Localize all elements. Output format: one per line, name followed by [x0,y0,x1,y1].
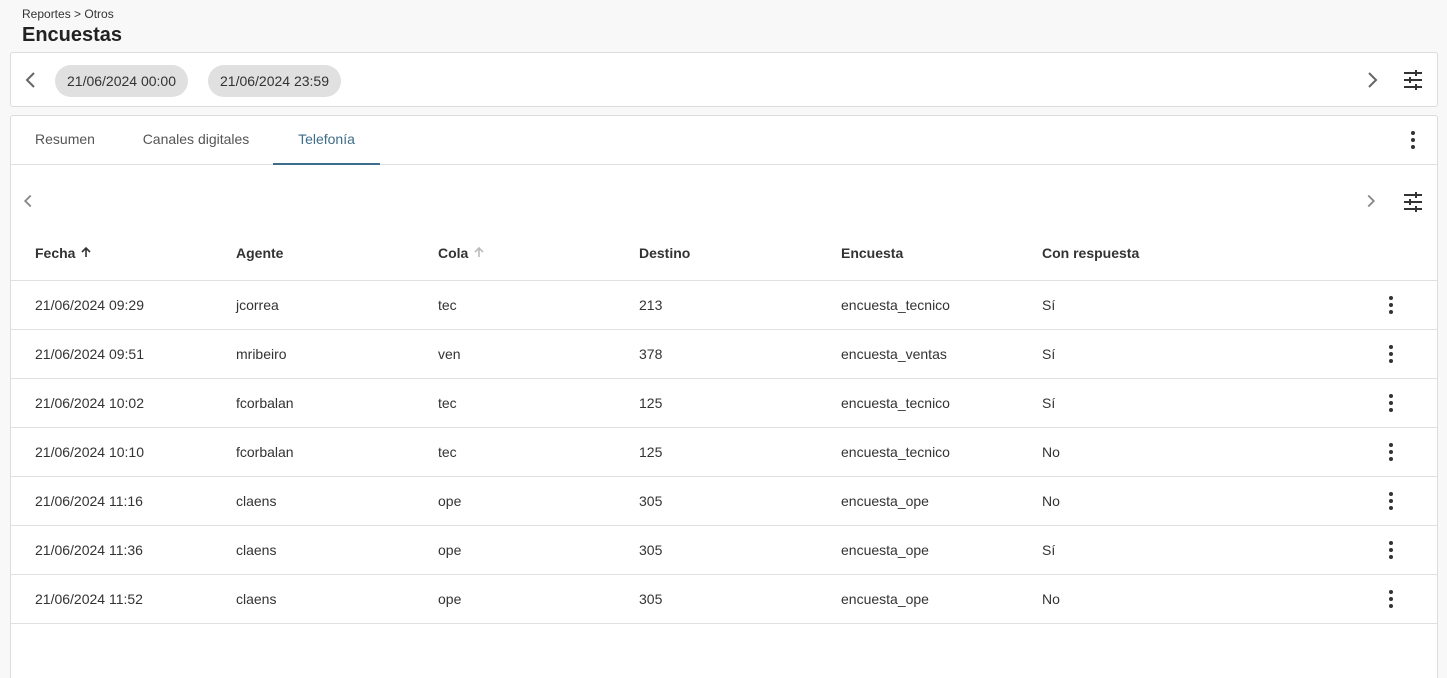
breadcrumb: Reportes > Otros [22,7,114,21]
cell-destino: 305 [639,493,663,509]
table-row[interactable]: 21/06/2024 10:10 fcorbalan tec 125 encuesta_… [11,428,1437,477]
table-row[interactable]: 21/06/2024 10:02 fcorbalan tec 125 encuesta_… [11,379,1437,428]
cell-cola: ope [438,493,462,509]
row-more-vert-icon[interactable] [1379,489,1403,513]
chevron-right-icon[interactable] [1360,68,1384,92]
cell-agente: claens [236,493,277,509]
cell-agente: fcorbalan [236,395,294,411]
cell-cola: ope [438,591,462,607]
cell-agente: mribeiro [236,346,287,362]
chevron-left-icon[interactable] [19,68,43,92]
tab-resumen[interactable]: Resumen [35,116,95,165]
more-vert-icon[interactable] [1401,128,1425,152]
cell-encuesta: encuesta_tecnico [841,297,950,313]
cell-con-respuesta: No [1042,591,1060,607]
row-more-vert-icon[interactable] [1379,391,1403,415]
table-chevron-left-icon[interactable] [17,190,39,212]
cell-cola: tec [438,444,457,460]
tab-canales-digitales[interactable]: Canales digitales [141,116,251,165]
cell-destino: 125 [639,444,663,460]
cell-encuesta: encuesta_ope [841,493,929,509]
column-header-encuesta[interactable]: Encuesta [841,232,903,281]
cell-encuesta: encuesta_ventas [841,346,947,362]
row-more-vert-icon[interactable] [1379,587,1403,611]
cell-destino: 378 [639,346,663,362]
cell-encuesta: encuesta_ope [841,542,929,558]
sort-inactive-icon [473,232,485,274]
table-header: Fecha Agente Cola Destino Encuesta Con r… [11,232,1437,281]
cell-con-respuesta: No [1042,493,1060,509]
date-from-chip[interactable]: 21/06/2024 00:00 [55,65,188,97]
cell-agente: claens [236,591,277,607]
cell-cola: tec [438,297,457,313]
cell-agente: claens [236,542,277,558]
column-header-fecha[interactable]: Fecha [35,232,92,281]
column-header-agente[interactable]: Agente [236,232,283,281]
column-header-cola[interactable]: Cola [438,232,485,281]
filter-bar: 21/06/2024 00:00 21/06/2024 23:59 [10,52,1438,107]
column-header-destino[interactable]: Destino [639,232,690,281]
row-more-vert-icon[interactable] [1379,293,1403,317]
column-header-con-respuesta[interactable]: Con respuesta [1042,232,1139,281]
page-header: Reportes > Otros Encuestas [22,6,122,47]
cell-destino: 213 [639,297,663,313]
cell-cola: tec [438,395,457,411]
cell-agente: jcorrea [236,297,279,313]
cell-destino: 305 [639,591,663,607]
cell-encuesta: encuesta_tecnico [841,395,950,411]
cell-fecha: 21/06/2024 09:51 [35,346,144,362]
cell-agente: fcorbalan [236,444,294,460]
cell-encuesta: encuesta_tecnico [841,444,950,460]
report-panel: Resumen Canales digitales Telefonía Fech… [10,115,1438,678]
date-to-chip[interactable]: 21/06/2024 23:59 [208,65,341,97]
row-more-vert-icon[interactable] [1379,342,1403,366]
page-title: Encuestas [22,24,123,46]
tab-telefonia[interactable]: Telefonía [273,116,380,165]
cell-encuesta: encuesta_ope [841,591,929,607]
cell-con-respuesta: Sí [1042,297,1056,313]
cell-fecha: 21/06/2024 11:52 [35,591,143,607]
cell-con-respuesta: Sí [1042,346,1056,362]
table-row[interactable]: 21/06/2024 11:52 claens ope 305 encuesta_ope… [11,575,1437,624]
cell-fecha: 21/06/2024 10:10 [35,444,144,460]
table-row[interactable]: 21/06/2024 09:51 mribeiro ven 378 encuesta_v… [11,330,1437,379]
table-row[interactable]: 21/06/2024 11:16 claens ope 305 encuesta_ope… [11,477,1437,526]
cell-fecha: 21/06/2024 09:29 [35,297,144,313]
table-chevron-right-icon[interactable] [1360,190,1382,212]
cell-con-respuesta: Sí [1042,395,1056,411]
cell-cola: ope [438,542,462,558]
table-row[interactable]: 21/06/2024 09:29 jcorrea tec 213 encuesta_te… [11,281,1437,330]
cell-destino: 305 [639,542,663,558]
row-more-vert-icon[interactable] [1379,538,1403,562]
cell-fecha: 21/06/2024 10:02 [35,395,144,411]
row-more-vert-icon[interactable] [1379,440,1403,464]
table-row[interactable]: 21/06/2024 11:36 claens ope 305 encuesta_ope… [11,526,1437,575]
cell-con-respuesta: Sí [1042,542,1056,558]
filter-settings-icon[interactable] [1401,68,1425,92]
tab-bar: Resumen Canales digitales Telefonía [11,116,1437,165]
cell-fecha: 21/06/2024 11:36 [35,542,143,558]
cell-destino: 125 [639,395,663,411]
table-settings-icon[interactable] [1401,190,1425,214]
sort-asc-icon [80,232,92,274]
cell-cola: ven [438,346,461,362]
cell-con-respuesta: No [1042,444,1060,460]
cell-fecha: 21/06/2024 11:16 [35,493,143,509]
